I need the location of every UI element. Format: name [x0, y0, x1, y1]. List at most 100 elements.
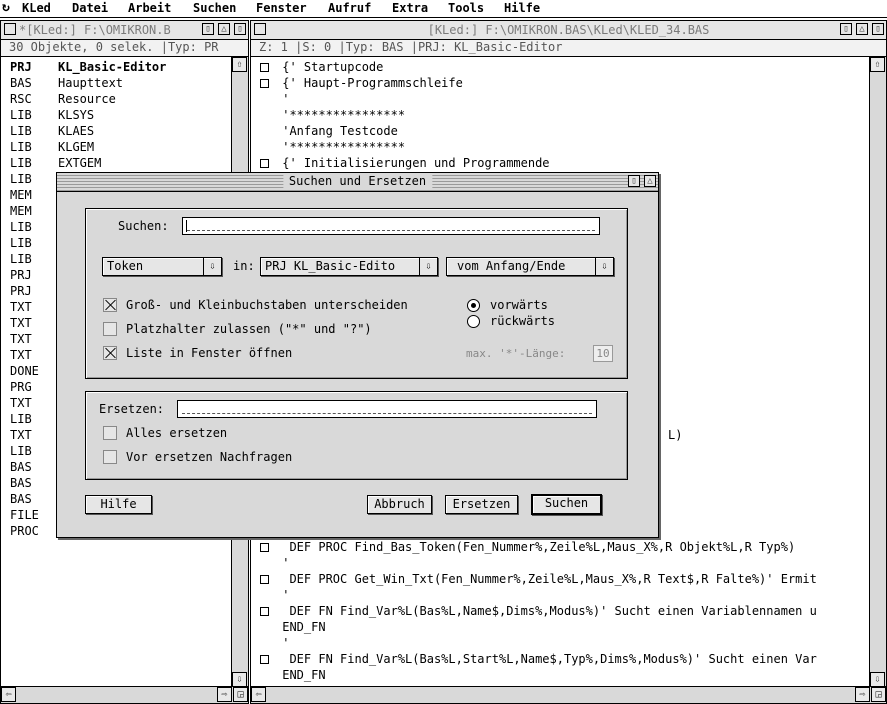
- scroll-down-icon[interactable]: ⇩: [232, 672, 247, 687]
- scroll-down-icon[interactable]: ⇩: [870, 672, 885, 687]
- menu-aufruf[interactable]: Aufruf: [328, 1, 371, 15]
- code-line[interactable]: DEF PROC Find_Bas_Token(Fen_Nummer%,Zeil…: [275, 539, 795, 555]
- scroll-up-icon[interactable]: ⇧: [870, 57, 885, 72]
- code-line[interactable]: 'Anfang Testcode: [275, 123, 398, 139]
- menu-fenster[interactable]: Fenster: [256, 1, 307, 15]
- wildcard-checkbox[interactable]: [103, 322, 117, 336]
- project-item-name[interactable]: KL_Basic-Editor: [58, 59, 166, 75]
- project-item-type[interactable]: TXT: [10, 347, 32, 363]
- token-popup[interactable]: Token ⇩: [102, 257, 222, 276]
- code-line[interactable]: {' Initialisierungen und Programmende: [275, 155, 549, 171]
- menu-hilfe[interactable]: Hilfe: [504, 1, 540, 15]
- editor-hscrollbar[interactable]: ⇦ ⇨ ◲: [251, 686, 886, 703]
- confirm-replace-checkbox[interactable]: [103, 450, 117, 464]
- fold-box-icon[interactable]: [260, 543, 269, 552]
- editor-vscrollbar[interactable]: ⇧ ⇩: [869, 57, 886, 687]
- dialog-titlebar[interactable]: Suchen und Ersetzen ▯ △: [57, 173, 658, 192]
- menu-tools[interactable]: Tools: [448, 1, 484, 15]
- cancel-button[interactable]: Abbruch: [367, 495, 432, 514]
- fuller-icon[interactable]: △: [856, 23, 868, 35]
- project-hscrollbar[interactable]: ⇦ ⇨ ◲: [1, 686, 248, 703]
- menu-extra[interactable]: Extra: [392, 1, 428, 15]
- case-sensitive-label[interactable]: Groß- und Kleinbuchstaben unterscheiden: [126, 298, 408, 312]
- scroll-right-icon[interactable]: ⇨: [855, 687, 870, 702]
- search-input[interactable]: [182, 217, 600, 235]
- project-item-name[interactable]: KLSYS: [58, 107, 94, 123]
- help-button[interactable]: Hilfe: [85, 495, 152, 514]
- code-line[interactable]: '****************: [275, 107, 405, 123]
- project-item-type[interactable]: LIB: [10, 123, 32, 139]
- fold-box-icon[interactable]: [260, 79, 269, 88]
- code-line[interactable]: DEF PROC Get_Win_Txt(Fen_Nummer%,Zeile%L…: [275, 571, 816, 587]
- list-in-window-checkbox[interactable]: [103, 346, 117, 360]
- project-item-type[interactable]: PRJ: [10, 283, 32, 299]
- fold-box-icon[interactable]: [260, 655, 269, 664]
- project-item-type[interactable]: LIB: [10, 107, 32, 123]
- size-box-icon[interactable]: ◲: [233, 687, 248, 702]
- fold-box-icon[interactable]: [260, 159, 269, 168]
- project-item-name[interactable]: EXTGEM: [58, 155, 101, 171]
- fuller-icon[interactable]: △: [644, 175, 656, 187]
- project-item-type[interactable]: LIB: [10, 235, 32, 251]
- code-line[interactable]: ': [275, 635, 289, 651]
- code-line[interactable]: ': [275, 555, 289, 571]
- scroll-right-icon[interactable]: ⇨: [217, 687, 232, 702]
- iconify-icon[interactable]: ▯: [840, 23, 852, 35]
- fold-box-icon[interactable]: [260, 63, 269, 72]
- forward-label[interactable]: vorwärts: [490, 298, 548, 312]
- case-sensitive-checkbox[interactable]: [103, 298, 117, 312]
- wildcard-label[interactable]: Platzhalter zulassen ("*" und "?"): [126, 322, 372, 336]
- code-line[interactable]: DEF FN Find_Var%L(Bas%L,Start%L,Name$,Ty…: [275, 651, 816, 667]
- project-item-type[interactable]: FILE: [10, 507, 39, 523]
- replace-button[interactable]: Ersetzen: [445, 495, 518, 514]
- project-item-name[interactable]: KLAES: [58, 123, 94, 139]
- menu-arbeit[interactable]: Arbeit: [128, 1, 171, 15]
- project-item-type[interactable]: TXT: [10, 395, 32, 411]
- code-line[interactable]: DEF FN Find_Var%L(Bas%L,Name$,Dims%,Modu…: [275, 603, 816, 619]
- scroll-left-icon[interactable]: ⇦: [251, 687, 266, 702]
- project-item-type[interactable]: PRJ: [10, 59, 32, 75]
- project-item-type[interactable]: LIB: [10, 219, 32, 235]
- scope-popup[interactable]: PRJ KL_Basic-Edito ⇩: [260, 257, 438, 276]
- menu-datei[interactable]: Datei: [72, 1, 108, 15]
- replace-all-label[interactable]: Alles ersetzen: [126, 426, 227, 440]
- project-item-type[interactable]: PRG: [10, 379, 32, 395]
- code-line[interactable]: {' Startupcode: [275, 59, 383, 75]
- max-length-field[interactable]: 10: [593, 345, 613, 362]
- code-line[interactable]: END_FN: [275, 667, 325, 683]
- project-item-type[interactable]: DONE: [10, 363, 39, 379]
- project-item-type[interactable]: BAS: [10, 475, 32, 491]
- project-item-type[interactable]: LIB: [10, 443, 32, 459]
- fold-box-icon[interactable]: [260, 607, 269, 616]
- close-box-icon[interactable]: [4, 23, 16, 35]
- project-item-name[interactable]: Haupttext: [58, 75, 123, 91]
- project-item-name[interactable]: Resource: [58, 91, 116, 107]
- app-logo-icon[interactable]: ↻: [2, 0, 10, 15]
- confirm-replace-label[interactable]: Vor ersetzen Nachfragen: [126, 450, 292, 464]
- iconify-icon[interactable]: ▯: [202, 23, 214, 35]
- project-item-type[interactable]: TXT: [10, 331, 32, 347]
- project-item-type[interactable]: BAS: [10, 491, 32, 507]
- window-menu-icon[interactable]: ▯: [234, 23, 246, 35]
- project-item-type[interactable]: LIB: [10, 251, 32, 267]
- code-line[interactable]: ': [275, 587, 289, 603]
- project-item-type[interactable]: LIB: [10, 155, 32, 171]
- project-item-type[interactable]: TXT: [10, 427, 32, 443]
- project-item-type[interactable]: LIB: [10, 411, 32, 427]
- window-menu-icon[interactable]: ▯: [872, 23, 884, 35]
- scroll-up-icon[interactable]: ⇧: [232, 57, 247, 72]
- code-line[interactable]: {' Haupt-Programmschleife: [275, 75, 463, 91]
- editor-window-titlebar[interactable]: [KLed:] F:\OMIKRON.BAS\KLed\KLED_34.BAS …: [251, 21, 886, 40]
- replace-all-checkbox[interactable]: [103, 426, 117, 440]
- backward-label[interactable]: rückwärts: [490, 314, 555, 328]
- scroll-left-icon[interactable]: ⇦: [1, 687, 16, 702]
- project-item-type[interactable]: BAS: [10, 75, 32, 91]
- project-item-type[interactable]: LIB: [10, 139, 32, 155]
- project-item-type[interactable]: LIB: [10, 171, 32, 187]
- project-item-type[interactable]: PROC: [10, 523, 39, 539]
- project-item-type[interactable]: TXT: [10, 299, 32, 315]
- search-button[interactable]: Suchen: [531, 494, 602, 515]
- forward-radio[interactable]: [467, 299, 480, 312]
- project-item-type[interactable]: TXT: [10, 315, 32, 331]
- project-item-name[interactable]: KLGEM: [58, 139, 94, 155]
